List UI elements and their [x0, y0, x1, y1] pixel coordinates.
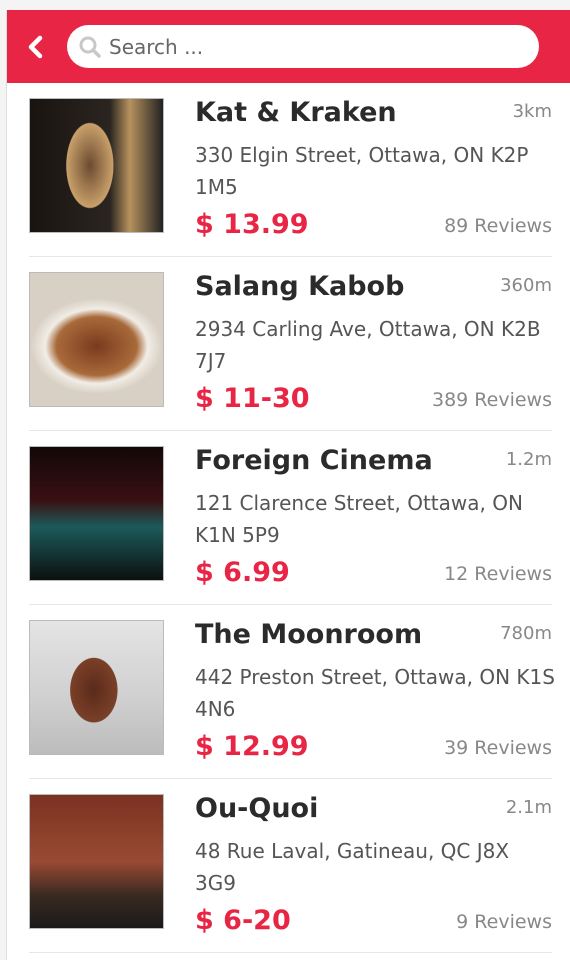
- restaurant-photo: [29, 446, 164, 581]
- distance: 2.1m: [505, 797, 552, 818]
- restaurant-photo: [29, 620, 164, 755]
- list-item[interactable]: The Moonroom 780m 442 Preston Street, Ot…: [29, 605, 555, 779]
- reviews-count[interactable]: 12 Reviews: [444, 563, 552, 585]
- price: $ 13.99: [195, 209, 309, 240]
- search-icon: [79, 36, 101, 58]
- distance: 3km: [512, 101, 552, 122]
- restaurant-name[interactable]: Salang Kabob: [195, 271, 404, 302]
- list-item[interactable]: Ou-Quoi 2.1m 48 Rue Laval, Gatineau, QC …: [29, 779, 552, 953]
- address: 330 Elgin Street, Ottawa, ON K2P 1M5: [195, 143, 529, 199]
- restaurant-photo: [29, 794, 164, 929]
- search-input[interactable]: [109, 34, 509, 59]
- address: 442 Preston Street, Ottawa, ON K1S 4N6: [195, 665, 555, 721]
- restaurant-name[interactable]: Kat & Kraken: [195, 97, 397, 128]
- list-item[interactable]: Kat & Kraken 3km 330 Elgin Street, Ottaw…: [29, 83, 552, 257]
- distance: 780m: [500, 623, 552, 644]
- header: [7, 10, 570, 83]
- distance: 360m: [500, 275, 552, 296]
- restaurant-photo: [29, 98, 164, 233]
- search-bar[interactable]: [67, 25, 539, 68]
- list-item[interactable]: Foreign Cinema 1.2m 121 Clarence Street,…: [29, 431, 552, 605]
- list-item[interactable]: Salang Kabob 360m 2934 Carling Ave, Otta…: [29, 257, 552, 431]
- address: 121 Clarence Street, Ottawa, ON K1N 5P9: [195, 491, 523, 547]
- reviews-count[interactable]: 39 Reviews: [444, 737, 552, 759]
- restaurant-name[interactable]: Foreign Cinema: [195, 445, 433, 476]
- price: $ 12.99: [195, 731, 309, 762]
- address: 48 Rue Laval, Gatineau, QC J8X 3G9: [195, 839, 510, 895]
- price: $ 11-30: [195, 383, 310, 414]
- price: $ 6.99: [195, 557, 290, 588]
- distance: 1.2m: [505, 449, 552, 470]
- back-button[interactable]: [25, 34, 47, 60]
- restaurant-name[interactable]: Ou-Quoi: [195, 793, 318, 824]
- address: 2934 Carling Ave, Ottawa, ON K2B 7J7: [195, 317, 541, 373]
- restaurant-list: Kat & Kraken 3km 330 Elgin Street, Ottaw…: [7, 83, 570, 953]
- reviews-count[interactable]: 389 Reviews: [432, 389, 552, 411]
- restaurant-photo: [29, 272, 164, 407]
- price: $ 6-20: [195, 905, 291, 936]
- app: Kat & Kraken 3km 330 Elgin Street, Ottaw…: [6, 10, 570, 960]
- reviews-count[interactable]: 89 Reviews: [444, 215, 552, 237]
- chevron-left-icon: [28, 35, 43, 59]
- reviews-count[interactable]: 9 Reviews: [456, 911, 552, 933]
- restaurant-name[interactable]: The Moonroom: [195, 619, 422, 650]
